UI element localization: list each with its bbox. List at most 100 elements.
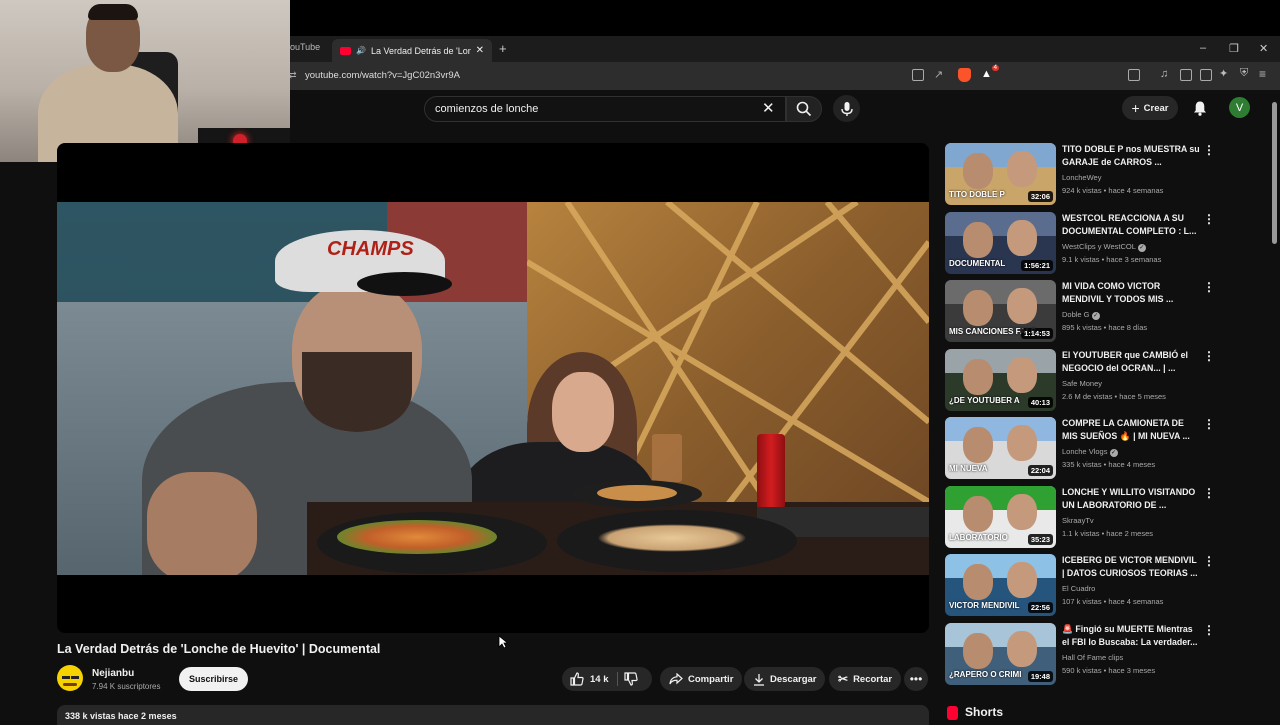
create-button[interactable]: + Crear — [1122, 96, 1178, 120]
rec-title[interactable]: COMPRE LA CAMIONETA DE MIS SUEÑOS 🔥 | MI… — [1062, 417, 1200, 443]
rec-channel[interactable]: El Cuadro — [1062, 584, 1095, 593]
recommendation-item[interactable]: DOCUMENTAL 1:56:21 WESTCOL REACCIONA A SU … — [945, 211, 1225, 276]
rec-thumbnail[interactable]: ¿DE YOUTUBER A 40:13 — [945, 348, 1056, 411]
new-tab-button[interactable]: + — [499, 41, 507, 56]
recommendation-item[interactable]: MI NUEVA 22:04 COMPRE LA CAMIONETA DE MIS … — [945, 417, 1225, 481]
shorts-heading: Shorts — [965, 705, 1004, 719]
rec-channel[interactable]: LoncheWey — [1062, 173, 1101, 182]
scene-man-arm — [147, 472, 257, 575]
more-vertical-icon[interactable]: ⋮ — [1203, 280, 1215, 294]
rec-thumb-text: LABORATORIO — [949, 532, 1008, 542]
rec-channel-name: SkraayTv — [1062, 515, 1094, 525]
download-icon — [754, 673, 764, 686]
more-vertical-icon[interactable]: ⋮ — [1203, 486, 1215, 500]
tab-title: La Verdad Detrás de 'Lonche — [370, 45, 471, 56]
voice-search-button[interactable] — [833, 95, 860, 122]
rec-thumb-face — [963, 221, 993, 258]
video-frame: CHAMPS — [57, 202, 929, 575]
vpn-icon[interactable]: ⛨ — [1240, 67, 1248, 80]
rec-meta: 1.1 k vistas • hace 2 meses — [1062, 528, 1153, 538]
rec-thumbnail[interactable]: MIS CANCIONES FALS 1:14:53 — [945, 280, 1056, 342]
rec-thumb-face — [1007, 493, 1037, 530]
recommendation-item[interactable]: MIS CANCIONES FALS 1:14:53 MI VIDA COMO VI… — [945, 280, 1225, 344]
recommendation-item[interactable]: LABORATORIO 35:23 LONCHE Y WILLITO VISITAN… — [945, 485, 1225, 550]
more-vertical-icon[interactable]: ⋮ — [1203, 349, 1215, 363]
search-input[interactable]: comienzos de lonche — [424, 96, 786, 122]
leo-ai-icon[interactable]: ✦ — [1219, 67, 1228, 80]
reader-icon[interactable] — [1128, 69, 1140, 81]
dislike-button[interactable] — [624, 672, 638, 686]
more-vertical-icon[interactable]: ⋮ — [1203, 623, 1215, 637]
rec-thumbnail[interactable]: VICTOR MENDIVIL 22:56 — [945, 554, 1056, 616]
more-vertical-icon[interactable]: ⋮ — [1203, 417, 1215, 431]
more-vertical-icon[interactable]: ⋮ — [1203, 143, 1215, 157]
mouse-cursor-icon — [498, 635, 508, 649]
more-actions-button[interactable]: ••• — [904, 667, 928, 691]
sidebar-toggle-icon[interactable] — [1180, 69, 1192, 81]
rec-duration: 32:06 — [1027, 191, 1053, 202]
download-button[interactable]: Descargar — [744, 667, 826, 691]
rec-channel[interactable]: Hall Of Fame clips — [1062, 653, 1123, 662]
more-vertical-icon[interactable]: ⋮ — [1203, 554, 1215, 568]
rec-thumbnail[interactable]: TITO DOBLE P 32:06 — [945, 143, 1056, 205]
recommendation-item[interactable]: TITO DOBLE P 32:06 TITO DOBLE P nos MUESTR… — [945, 143, 1225, 207]
rec-meta: 924 k vistas • hace 4 semanas — [1062, 186, 1164, 195]
rec-thumbnail[interactable]: MI NUEVA 22:04 — [945, 417, 1056, 479]
rec-thumb-face — [963, 632, 993, 669]
rec-title[interactable]: LONCHE Y WILLITO VISITANDO UN LABORATORI… — [1062, 486, 1200, 512]
clear-search-icon[interactable]: ✕ — [762, 99, 775, 117]
verified-icon: ✓ — [1137, 243, 1146, 252]
recommendation-item[interactable]: ¿DE YOUTUBER A 40:13 El YOUTUBER que CAMBI… — [945, 348, 1225, 413]
notifications-button[interactable] — [1193, 100, 1207, 121]
rec-meta: 895 k vistas • hace 8 días — [1062, 323, 1148, 332]
rec-channel[interactable]: Lonche Vlogs ✓ — [1062, 447, 1118, 457]
site-info-icon[interactable]: ⇄ — [289, 70, 297, 81]
like-button[interactable]: 14 k — [570, 667, 609, 691]
channel-name[interactable]: Nejianbu — [92, 668, 134, 679]
brave-shields-icon[interactable] — [958, 68, 971, 82]
like-separator — [617, 672, 618, 686]
rec-thumb-face — [963, 495, 993, 532]
rec-channel[interactable]: SkraayTv — [1062, 516, 1094, 525]
webcam-person-hair — [88, 4, 138, 20]
search-button[interactable] — [786, 96, 822, 122]
rec-channel[interactable]: WestClips y WestCOL ✓ — [1062, 242, 1146, 252]
clip-button[interactable]: ✂ Recortar — [829, 667, 902, 691]
close-window-button[interactable]: ✕ — [1259, 42, 1268, 55]
rec-channel-name: Lonche Vlogs — [1062, 447, 1108, 456]
share-page-icon[interactable]: ↗ — [934, 68, 943, 81]
more-vertical-icon[interactable]: ⋮ — [1203, 212, 1215, 226]
minimize-button[interactable]: – — [1200, 42, 1206, 54]
recommendation-item[interactable]: VICTOR MENDIVIL 22:56 ICEBERG DE VICTOR ME… — [945, 554, 1225, 618]
recommendation-item[interactable]: ¿RAPERO O CRIMI 19:48 🚨 Fingió su MUERTE M… — [945, 622, 1225, 687]
rec-channel[interactable]: Safe Money — [1062, 379, 1102, 388]
rec-meta: 335 k vistas • hace 4 meses — [1062, 460, 1156, 469]
page-scrollbar-thumb[interactable] — [1272, 102, 1277, 244]
channel-avatar[interactable] — [57, 665, 83, 691]
subscribe-button[interactable]: Suscribirse — [179, 667, 248, 691]
rec-channel[interactable]: Doble G ✓ — [1062, 310, 1100, 320]
rec-title[interactable]: WESTCOL REACCIONA A SU DOCUMENTAL COMPLE… — [1062, 212, 1200, 238]
rec-title[interactable]: MI VIDA COMO VICTOR MENDIVIL Y TODOS MIS… — [1062, 280, 1200, 306]
brave-rewards-icon[interactable]: ▲ 4 — [981, 65, 999, 82]
menu-icon[interactable]: ≡ — [1259, 67, 1266, 81]
rec-title[interactable]: El YOUTUBER que CAMBIÓ el NEGOCIO del OC… — [1062, 349, 1200, 375]
rec-title[interactable]: TITO DOBLE P nos MUESTRA su GARAJE de CA… — [1062, 143, 1200, 169]
media-icon[interactable]: ♫ — [1160, 68, 1168, 80]
rec-thumbnail[interactable]: DOCUMENTAL 1:56:21 — [945, 211, 1056, 274]
wallet-icon[interactable] — [1200, 69, 1212, 81]
share-button[interactable]: Compartir — [660, 667, 743, 691]
rec-thumbnail[interactable]: ¿RAPERO O CRIMI 19:48 — [945, 622, 1056, 685]
description-box[interactable]: 338 k vistas hace 2 meses — [57, 705, 929, 725]
account-avatar[interactable]: V — [1229, 97, 1250, 118]
url-field[interactable]: youtube.com/watch?v=JgC02n3vr9A — [305, 70, 460, 81]
video-player[interactable]: CHAMPS — [57, 143, 929, 633]
rec-title[interactable]: 🚨 Fingió su MUERTE Mientras el FBI lo Bu… — [1062, 623, 1200, 649]
tab-previous[interactable]: ouTube — [290, 42, 320, 52]
maximize-button[interactable]: ❐ — [1229, 42, 1239, 55]
cast-icon[interactable] — [912, 69, 924, 81]
tab-active[interactable]: 🔊 La Verdad Detrás de 'Lonche ✕ — [332, 39, 492, 62]
rec-thumbnail[interactable]: LABORATORIO 35:23 — [945, 485, 1056, 548]
rec-title[interactable]: ICEBERG DE VICTOR MENDIVIL | DATOS CURIO… — [1062, 554, 1200, 580]
tab-close-icon[interactable]: ✕ — [476, 45, 484, 56]
